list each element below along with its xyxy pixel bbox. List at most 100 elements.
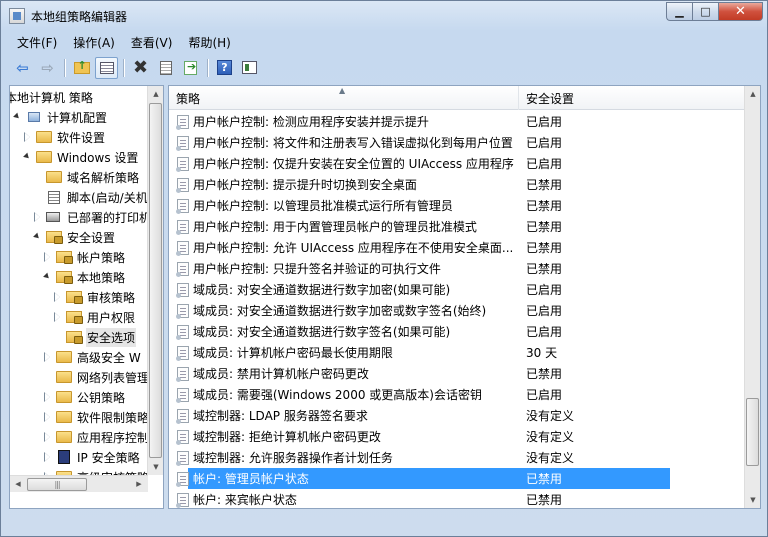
up-one-level-button[interactable] — [70, 57, 93, 79]
list-vscroll-thumb[interactable] — [746, 398, 759, 466]
table-row[interactable]: 域成员: 需要强(Windows 2000 或更高版本)会话密钥 已启用 — [169, 384, 745, 405]
policy-setting-icon — [176, 240, 189, 256]
collapsed-arrow-icon[interactable] — [34, 212, 42, 222]
tree-item[interactable]: 高级安全 W — [44, 347, 142, 367]
tree-item-label: 应用程序控制 — [77, 430, 148, 445]
show-hide-tree-button[interactable] — [95, 56, 118, 79]
minimize-icon: ▁ — [675, 5, 684, 18]
collapsed-arrow-icon[interactable] — [24, 132, 32, 142]
table-row[interactable]: 域控制器: 拒绝计算机帐户密码更改 没有定义 — [169, 426, 745, 447]
show-hide-action-pane-button[interactable] — [238, 57, 261, 79]
tree-item[interactable]: 公钥策略 — [44, 387, 126, 407]
properties-button[interactable] — [154, 57, 177, 79]
table-row[interactable]: 用户帐户控制: 用于内置管理员帐户的管理员批准模式 已禁用 — [169, 216, 745, 237]
collapsed-arrow-icon[interactable] — [44, 432, 52, 442]
column-header-security-setting[interactable]: 安全设置 — [519, 86, 745, 110]
collapsed-arrow-icon[interactable] — [44, 392, 52, 402]
table-row[interactable]: 域成员: 禁用计算机帐户密码更改 已禁用 — [169, 363, 745, 384]
collapsed-arrow-icon[interactable] — [44, 252, 52, 262]
table-row[interactable]: 用户帐户控制: 将文件和注册表写入错误虚拟化到每用户位置 已启用 — [169, 132, 745, 153]
collapsed-arrow-icon[interactable] — [44, 412, 52, 422]
security-setting-value: 已禁用 — [526, 241, 563, 255]
tree-item[interactable]: 应用程序控制 — [44, 427, 148, 447]
table-row[interactable]: 域控制器: 允许服务器操作者计划任务 没有定义 — [169, 447, 745, 468]
table-row[interactable]: 帐户: 管理员帐户状态 已禁用 — [169, 468, 745, 489]
tree-item[interactable]: 高级审核策略 — [44, 467, 148, 475]
expanded-arrow-icon[interactable] — [34, 233, 42, 241]
policy-cell: 用户帐户控制: 将文件和注册表写入错误虚拟化到每用户位置 — [169, 134, 519, 151]
tree-item[interactable]: IP 安全策略 — [44, 447, 141, 467]
help-button[interactable]: ? — [213, 57, 236, 79]
gpedit-window: 本地组策略编辑器 ▁ □ ✕ 文件(F) 操作(A) 查看(V) 帮助(H) ⇦… — [0, 0, 768, 537]
tree-item[interactable]: 网络列表管理 — [44, 367, 148, 387]
menu-action[interactable]: 操作(A) — [65, 34, 123, 51]
policy-cell: 域成员: 需要强(Windows 2000 或更高版本)会话密钥 — [169, 386, 519, 403]
tree-item[interactable]: 本地计算机 策略 — [10, 87, 94, 107]
tree-vscroll-thumb[interactable] — [149, 103, 162, 458]
export-list-button[interactable] — [179, 57, 202, 79]
scroll-down-icon[interactable]: ▼ — [148, 459, 163, 475]
scroll-left-icon[interactable]: ◀ — [10, 476, 26, 492]
tree-item[interactable]: 软件限制策略 — [44, 407, 148, 427]
column-header-policy[interactable]: 策略 ▲ — [169, 86, 519, 110]
security-setting-value: 没有定义 — [526, 451, 575, 465]
table-row[interactable]: 用户帐户控制: 提示提升时切换到安全桌面 已禁用 — [169, 174, 745, 195]
tree-item[interactable]: Windows 设置 — [24, 147, 139, 167]
expanded-arrow-icon[interactable] — [44, 273, 52, 281]
close-button[interactable]: ✕ — [718, 2, 763, 21]
table-row[interactable]: 域成员: 对安全通道数据进行数字加密或数字签名(始终) 已启用 — [169, 300, 745, 321]
tree-item[interactable]: 本地策略 — [44, 267, 126, 287]
list-vertical-scrollbar[interactable]: ▲ ▼ — [744, 86, 760, 508]
minimize-button[interactable]: ▁ — [666, 2, 692, 21]
delete-button[interactable]: ✖ — [129, 57, 152, 79]
collapsed-arrow-icon[interactable] — [44, 352, 52, 362]
list-column-header: 策略 ▲ 安全设置 — [169, 86, 745, 110]
tree-vertical-scrollbar[interactable]: ▲ ▼ — [147, 86, 163, 475]
collapsed-arrow-icon[interactable] — [54, 292, 62, 302]
policy-name: 域成员: 需要强(Windows 2000 或更高版本)会话密钥 — [193, 388, 482, 402]
expanded-arrow-icon[interactable] — [14, 113, 22, 121]
tree-horizontal-scrollbar[interactable]: ◀ ||| ▶ — [10, 475, 148, 492]
tree-item[interactable]: 安全设置 — [34, 227, 116, 247]
scroll-up-icon[interactable]: ▲ — [148, 86, 163, 102]
menu-help[interactable]: 帮助(H) — [180, 34, 238, 51]
gpedit-app-icon[interactable] — [9, 8, 25, 24]
table-row[interactable]: 用户帐户控制: 允许 UIAccess 应用程序在不使用安全桌面... 已禁用 — [169, 237, 745, 258]
collapsed-arrow-icon[interactable] — [44, 452, 52, 462]
scroll-up-icon[interactable]: ▲ — [745, 86, 760, 102]
menu-file[interactable]: 文件(F) — [9, 34, 65, 51]
table-row[interactable]: 用户帐户控制: 只提升签名并验证的可执行文件 已禁用 — [169, 258, 745, 279]
title-bar[interactable]: 本地组策略编辑器 ▁ □ ✕ — [1, 1, 767, 31]
back-button[interactable]: ⇦ — [11, 57, 34, 79]
show-hide-action-pane-icon — [242, 61, 257, 74]
menu-view[interactable]: 查看(V) — [123, 34, 181, 51]
status-bar — [9, 513, 761, 535]
table-row[interactable]: 域成员: 对安全通道数据进行数字加密(如果可能) 已启用 — [169, 279, 745, 300]
tree-item[interactable]: 软件设置 — [24, 127, 106, 147]
collapsed-arrow-icon[interactable] — [54, 312, 62, 322]
table-row[interactable]: 帐户: 来宾帐户状态 已禁用 — [169, 489, 745, 508]
policy-name: 用户帐户控制: 检测应用程序安装并提示提升 — [193, 115, 429, 129]
tree-item[interactable]: 审核策略 — [54, 287, 136, 307]
tree-item[interactable]: 计算机配置 — [14, 107, 108, 127]
scroll-down-icon[interactable]: ▼ — [745, 492, 760, 508]
maximize-button[interactable]: □ — [692, 2, 718, 21]
tree-item[interactable]: 安全选项 — [54, 327, 137, 347]
tree-item[interactable]: 用户权限 — [54, 307, 136, 327]
policy-cell: 域成员: 禁用计算机帐户密码更改 — [169, 365, 519, 382]
tree-item[interactable]: 已部署的打印机 — [34, 207, 148, 227]
scroll-right-icon[interactable]: ▶ — [131, 476, 147, 492]
tree-item[interactable]: 脚本(启动/关机) — [34, 187, 148, 207]
table-row[interactable]: 域成员: 计算机帐户密码最长使用期限 30 天 — [169, 342, 745, 363]
table-row[interactable]: 用户帐户控制: 以管理员批准模式运行所有管理员 已禁用 — [169, 195, 745, 216]
expanded-arrow-icon[interactable] — [24, 153, 32, 161]
close-icon: ✕ — [735, 4, 746, 19]
table-row[interactable]: 域成员: 对安全通道数据进行数字签名(如果可能) 已启用 — [169, 321, 745, 342]
forward-button[interactable]: ⇨ — [36, 57, 59, 79]
tree-item[interactable]: 域名解析策略 — [34, 167, 140, 187]
table-row[interactable]: 用户帐户控制: 仅提升安装在安全位置的 UIAccess 应用程序 已启用 — [169, 153, 745, 174]
table-row[interactable]: 用户帐户控制: 检测应用程序安装并提示提升 已启用 — [169, 111, 745, 132]
tree-item[interactable]: 帐户策略 — [44, 247, 126, 267]
table-row[interactable]: 域控制器: LDAP 服务器签名要求 没有定义 — [169, 405, 745, 426]
tree-hscroll-thumb[interactable]: ||| — [27, 478, 87, 491]
